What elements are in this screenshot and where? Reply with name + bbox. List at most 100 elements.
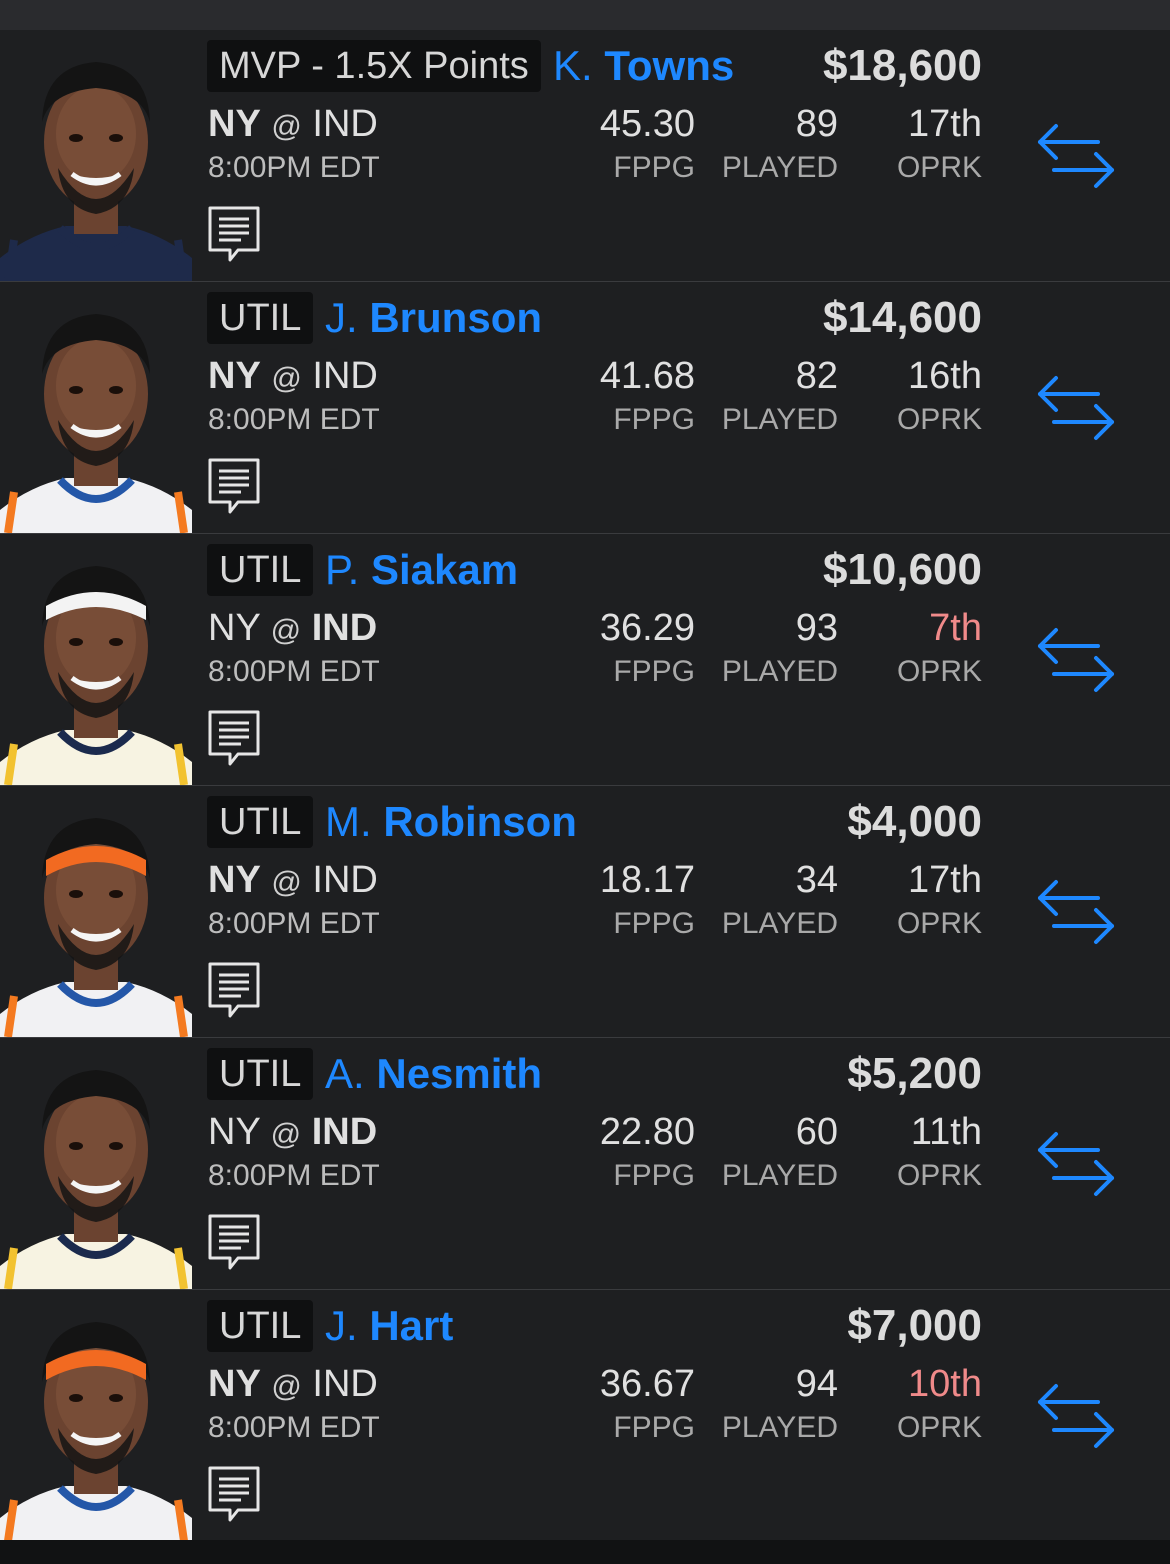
player-headshot[interactable] [0,534,192,785]
player-notes-icon[interactable] [208,206,260,262]
player-notes-icon[interactable] [208,458,260,514]
at-symbol: @ [271,1370,302,1403]
oprk-value: 7th [929,607,982,649]
fppg-label: FPPG [613,1411,695,1444]
headshot-image [0,1290,192,1541]
oprk-stat: 10th OPRK [897,1362,982,1446]
fppg-value: 36.29 [599,607,695,649]
oprk-label: OPRK [896,151,982,184]
played-value: 93 [795,607,838,649]
played-value: 89 [795,103,838,145]
headshot-image [0,30,192,281]
player-notes-icon[interactable] [208,1466,260,1522]
player-row-towns[interactable]: MVP - 1.5X Points K. Towns $18,600 NY @ … [0,30,1170,282]
away-team: IND [312,859,378,901]
away-team: IND [311,1111,378,1153]
played-stat: 94 PLAYED [722,1362,838,1446]
oprk-stat: 7th OPRK [897,606,982,690]
fppg-stat: 36.29 FPPG [600,606,695,690]
at-symbol: @ [271,110,302,143]
at-symbol: @ [270,1118,302,1151]
player-row-nesmith[interactable]: UTIL A. Nesmith $5,200 NY @ IND 8:00PM E… [0,1038,1170,1290]
player-salary: $18,600 [822,41,982,90]
player-headshot[interactable] [0,1038,192,1289]
game-matchup: NY @ IND [208,354,378,401]
swap-player-icon[interactable] [1036,120,1116,190]
played-value: 82 [795,355,838,397]
player-last-name: Siakam [370,546,519,593]
headshot-image [0,534,192,785]
game-time: 8:00PM EDT [208,1411,380,1444]
fppg-value: 41.68 [599,355,695,397]
player-row-brunson[interactable]: UTIL J. Brunson $14,600 NY @ IND 8:00PM … [0,282,1170,534]
fppg-label: FPPG [613,403,695,436]
player-notes-icon[interactable] [208,710,260,766]
player-row-siakam[interactable]: UTIL P. Siakam $10,600 NY @ IND 8:00PM E… [0,534,1170,786]
player-salary: $14,600 [822,293,982,342]
game-time: 8:00PM EDT [208,1159,380,1192]
player-salary: $10,600 [822,545,982,594]
player-row-robinson[interactable]: UTIL M. Robinson $4,000 NY @ IND 8:00PM … [0,786,1170,1038]
player-name-link[interactable]: J. Brunson [325,292,542,344]
oprk-stat: 17th OPRK [897,858,982,942]
player-first-initial: P. [325,546,360,593]
oprk-stat: 16th OPRK [897,354,982,438]
roster-position-badge: UTIL [207,1048,314,1100]
swap-player-icon[interactable] [1036,1380,1116,1450]
swap-player-icon[interactable] [1036,1128,1116,1198]
headshot-image [0,282,192,533]
game-matchup: NY @ IND [208,102,378,149]
oprk-label: OPRK [896,907,982,940]
player-name-link[interactable]: K. Towns [553,40,734,92]
home-team: NY [208,1363,261,1405]
player-headshot[interactable] [0,282,192,533]
roster-position-badge: UTIL [207,796,314,848]
player-first-initial: M. [325,798,372,845]
fppg-stat: 45.30 FPPG [600,102,695,186]
home-team: NY [208,103,261,145]
player-last-name: Towns [604,42,735,89]
oprk-label: OPRK [896,1159,982,1192]
oprk-value: 11th [910,1111,982,1153]
headshot-image [0,786,192,1037]
roster-position-badge: UTIL [207,1300,314,1352]
played-stat: 89 PLAYED [722,102,838,186]
player-name-link[interactable]: A. Nesmith [325,1048,542,1100]
player-notes-icon[interactable] [208,1214,260,1270]
away-team: IND [312,1363,378,1405]
oprk-label: OPRK [896,403,982,436]
at-symbol: @ [271,362,302,395]
player-last-name: Brunson [369,294,542,341]
player-name-link[interactable]: M. Robinson [325,796,577,848]
player-first-initial: A. [325,1050,365,1097]
played-label: PLAYED [721,1411,838,1444]
player-headshot[interactable] [0,786,192,1037]
fppg-stat: 18.17 FPPG [600,858,695,942]
swap-player-icon[interactable] [1036,876,1116,946]
fppg-stat: 22.80 FPPG [600,1110,695,1194]
player-last-name: Hart [369,1302,454,1349]
swap-player-icon[interactable] [1036,372,1116,442]
home-team: NY [208,607,261,649]
player-notes-icon[interactable] [208,962,260,1018]
roster-position-badge: UTIL [207,544,314,596]
played-label: PLAYED [721,907,838,940]
fppg-value: 36.67 [599,1363,695,1405]
played-label: PLAYED [721,655,838,688]
player-row-hart[interactable]: UTIL J. Hart $7,000 NY @ IND 8:00PM EDT … [0,1290,1170,1542]
player-headshot[interactable] [0,1290,192,1541]
player-salary: $7,000 [847,1301,982,1350]
swap-player-icon[interactable] [1036,624,1116,694]
oprk-value: 16th [908,355,982,397]
at-symbol: @ [271,866,302,899]
game-time: 8:00PM EDT [208,151,380,184]
player-headshot[interactable] [0,30,192,281]
player-first-initial: J. [325,1302,358,1349]
player-salary: $4,000 [847,797,982,846]
fppg-stat: 41.68 FPPG [600,354,695,438]
played-value: 34 [795,859,838,901]
bottom-bar [0,1540,1170,1564]
player-name-link[interactable]: P. Siakam [325,544,518,596]
player-name-link[interactable]: J. Hart [325,1300,453,1352]
game-matchup: NY @ IND [208,606,377,653]
